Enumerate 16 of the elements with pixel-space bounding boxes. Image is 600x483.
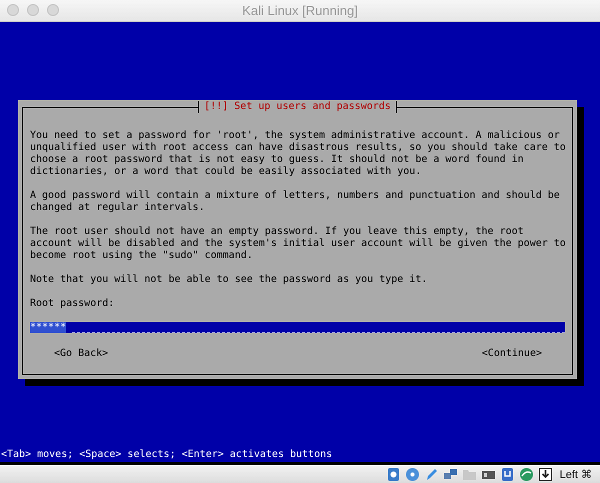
- paragraph: Note that you will not be able to see the password as you type it.: [30, 274, 428, 286]
- field-label: Root password:: [30, 298, 116, 310]
- hdd-icon[interactable]: [386, 466, 401, 482]
- paragraph: A good password will contain a mixture of letters, numbers and punctuation and should be changed at regular intervals.: [30, 190, 561, 214]
- disc-icon[interactable]: [404, 466, 420, 482]
- help-text: <Tab> moves; <Space> selects; <Enter> activates buttons: [0, 449, 332, 461]
- paragraph: The root user should not have an empty password. If you leave this empty, the root account will be disabled and the system's initial user account will be given the power to become root using the "sudo" command.: [30, 226, 565, 262]
- host-key-label: Left ⌘: [560, 468, 592, 480]
- password-field[interactable]: ******: [30, 322, 565, 333]
- dialog-title: [!!] Set up users and passwords: [198, 101, 397, 113]
- go-back-button[interactable]: <Go Back>: [54, 348, 108, 360]
- network-icon[interactable]: [442, 466, 458, 482]
- usb-icon[interactable]: [500, 466, 515, 482]
- continue-button[interactable]: <Continue>: [482, 348, 542, 360]
- paragraph: You need to set a password for 'root', the system administrative account. A malicious or unqualified user with root access can have disastrous results, so you should take care to choose a root password that is not easy to guess. It should not be a word found in dictionaries, or a word that could be easily associated with you.: [30, 130, 565, 178]
- window-title: Kali Linux [Running]: [242, 3, 358, 18]
